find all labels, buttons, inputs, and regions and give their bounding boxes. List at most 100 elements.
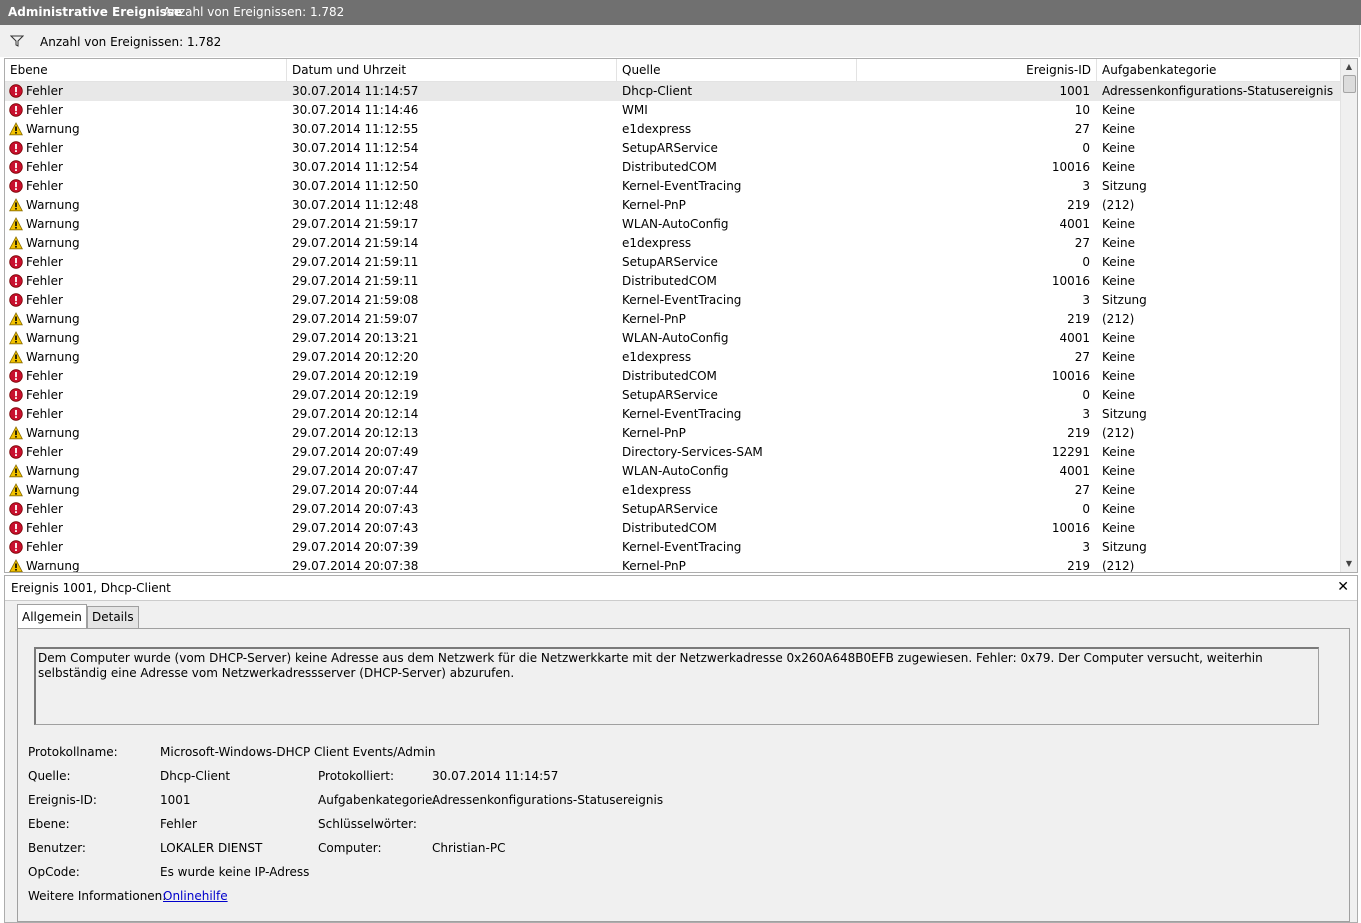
level-text: Fehler [26,540,63,554]
table-row[interactable]: Fehler 29.07.2014 20:12:14 Kernel-EventTra… [5,405,1341,424]
source-cell: e1dexpress [622,122,692,136]
event-id-label: Ereignis-ID: [28,793,97,807]
category-cell: Keine [1102,369,1135,383]
category-cell: Keine [1102,388,1135,402]
warning-icon [9,312,23,326]
table-row[interactable]: Fehler 29.07.2014 21:59:08 Kernel-EventTra… [5,291,1341,310]
source-cell: Dhcp-Client [622,84,693,98]
table-row[interactable]: Warnung 29.07.2014 20:12:13 Kernel-PnP 219 (… [5,424,1341,443]
tab-general[interactable]: Allgemein [17,604,87,629]
error-icon [9,255,23,269]
level-text: Fehler [26,84,63,98]
event-id-cell: 10016 [1051,521,1090,535]
date-cell: 29.07.2014 21:59:11 [292,255,419,269]
warning-icon [9,122,23,136]
error-icon [9,521,23,535]
close-icon[interactable]: ✕ [1337,579,1349,595]
table-row[interactable]: Warnung 30.07.2014 11:12:48 Kernel-PnP 219 (… [5,196,1341,215]
level-cell: Warnung [9,481,279,500]
level-text: Fehler [26,274,63,288]
event-count-title: Anzahl von Ereignissen: 1.782 [163,5,345,19]
level-value: Fehler [160,817,197,831]
online-help-link[interactable]: Onlinehilfe [163,889,228,903]
event-list-scrollbar[interactable]: ▲ ▼ [1340,59,1357,572]
table-row[interactable]: Warnung 29.07.2014 21:59:17 WLAN-AutoConfi… [5,215,1341,234]
source-cell: WMI [622,103,648,117]
event-id-cell: 0 [1082,502,1090,516]
table-row[interactable]: Warnung 29.07.2014 21:59:14 e1dexpress 27 Ke… [5,234,1341,253]
level-cell: Fehler [9,386,279,405]
event-message-text[interactable]: Dem Computer wurde (vom DHCP-Server) kei… [34,647,1319,725]
column-header-source[interactable]: Quelle [617,59,857,81]
task-category-label: Aufgabenkategorie: [318,793,437,807]
level-text: Fehler [26,293,63,307]
source-cell: DistributedCOM [622,274,717,288]
level-cell: Warnung [9,234,279,253]
logged-label: Protokolliert: [318,769,395,783]
table-row[interactable]: Fehler 30.07.2014 11:14:46 WMI 10 Keine [5,101,1341,120]
level-text: Fehler [26,388,63,402]
table-row[interactable]: Fehler 29.07.2014 20:07:39 Kernel-EventTra… [5,538,1341,557]
date-cell: 30.07.2014 11:12:54 [292,160,419,174]
filter-icon[interactable] [9,34,25,48]
filter-bar: Anzahl von Ereignissen: 1.782 [0,25,1360,57]
event-id-cell: 27 [1074,350,1090,364]
table-row[interactable]: Fehler 29.07.2014 20:12:19 SetupARService 0… [5,386,1341,405]
event-list[interactable]: Ebene Datum und Uhrzeit Quelle Ereignis-… [4,58,1358,573]
log-name-label: Protokollname: [28,745,118,759]
table-row[interactable]: Fehler 29.07.2014 20:07:49 Directory-Servi… [5,443,1341,462]
level-cell: Warnung [9,348,279,367]
opcode-value: Es wurde keine IP-Adresse zu [160,865,310,879]
event-id-cell: 3 [1082,407,1090,421]
level-cell: Fehler [9,253,279,272]
column-header-date[interactable]: Datum und Uhrzeit [287,59,617,81]
table-row[interactable]: Fehler 29.07.2014 21:59:11 SetupARService 0… [5,253,1341,272]
table-row[interactable]: Warnung 29.07.2014 20:07:47 WLAN-AutoConfi… [5,462,1341,481]
scroll-down-icon[interactable]: ▼ [1341,556,1357,572]
category-cell: Keine [1102,521,1135,535]
level-cell: Warnung [9,196,279,215]
scroll-up-icon[interactable]: ▲ [1341,59,1357,75]
column-header-category[interactable]: Aufgabenkategorie [1097,59,1341,81]
error-icon [9,388,23,402]
keywords-label: Schlüsselwörter: [318,817,417,831]
table-row[interactable]: Fehler 29.07.2014 20:07:43 DistributedCOM 1… [5,519,1341,538]
level-cell: Fehler [9,82,279,101]
category-cell: Keine [1102,217,1135,231]
table-row[interactable]: Fehler 29.07.2014 21:59:11 DistributedCOM 1… [5,272,1341,291]
column-header-event-id[interactable]: Ereignis-ID [857,59,1097,81]
table-row[interactable]: Fehler 30.07.2014 11:12:54 DistributedCOM 1… [5,158,1341,177]
table-row[interactable]: Warnung 29.07.2014 20:13:21 WLAN-AutoConfi… [5,329,1341,348]
table-row[interactable]: Fehler 29.07.2014 20:07:43 SetupARService 0… [5,500,1341,519]
table-row[interactable]: Warnung 29.07.2014 20:12:20 e1dexpress 27 Ke… [5,348,1341,367]
table-row[interactable]: Warnung 29.07.2014 20:07:38 Kernel-PnP 219 (… [5,557,1341,572]
category-cell: Keine [1102,483,1135,497]
event-id-cell: 219 [1067,198,1090,212]
error-icon [9,274,23,288]
level-text: Warnung [26,350,80,364]
logged-value: 30.07.2014 11:14:57 [432,769,559,783]
event-id-cell: 1001 [1059,84,1090,98]
table-row[interactable]: Fehler 30.07.2014 11:14:57 Dhcp-Client 1001… [5,82,1341,101]
scroll-thumb[interactable] [1343,75,1356,93]
source-cell: SetupARService [622,388,718,402]
error-icon [9,502,23,516]
error-icon [9,369,23,383]
date-cell: 30.07.2014 11:12:50 [292,179,419,193]
level-cell: Fehler [9,177,279,196]
event-id-cell: 27 [1074,236,1090,250]
window-titlebar: Administrative Ereignisse Anzahl von Ere… [0,0,1361,25]
table-row[interactable]: Fehler 29.07.2014 20:12:19 DistributedCOM 1… [5,367,1341,386]
date-cell: 30.07.2014 11:12:48 [292,198,419,212]
tab-details[interactable]: Details [87,606,139,628]
table-row[interactable]: Warnung 29.07.2014 21:59:07 Kernel-PnP 219 (… [5,310,1341,329]
date-cell: 29.07.2014 20:12:19 [292,369,419,383]
table-row[interactable]: Warnung 30.07.2014 11:12:55 e1dexpress 27 Ke… [5,120,1341,139]
date-cell: 30.07.2014 11:12:54 [292,141,419,155]
event-id-cell: 27 [1074,483,1090,497]
table-row[interactable]: Fehler 30.07.2014 11:12:54 SetupARService 0… [5,139,1341,158]
column-header-level[interactable]: Ebene [5,59,287,81]
table-row[interactable]: Warnung 29.07.2014 20:07:44 e1dexpress 27 Ke… [5,481,1341,500]
source-cell: DistributedCOM [622,160,717,174]
table-row[interactable]: Fehler 30.07.2014 11:12:50 Kernel-EventTra… [5,177,1341,196]
